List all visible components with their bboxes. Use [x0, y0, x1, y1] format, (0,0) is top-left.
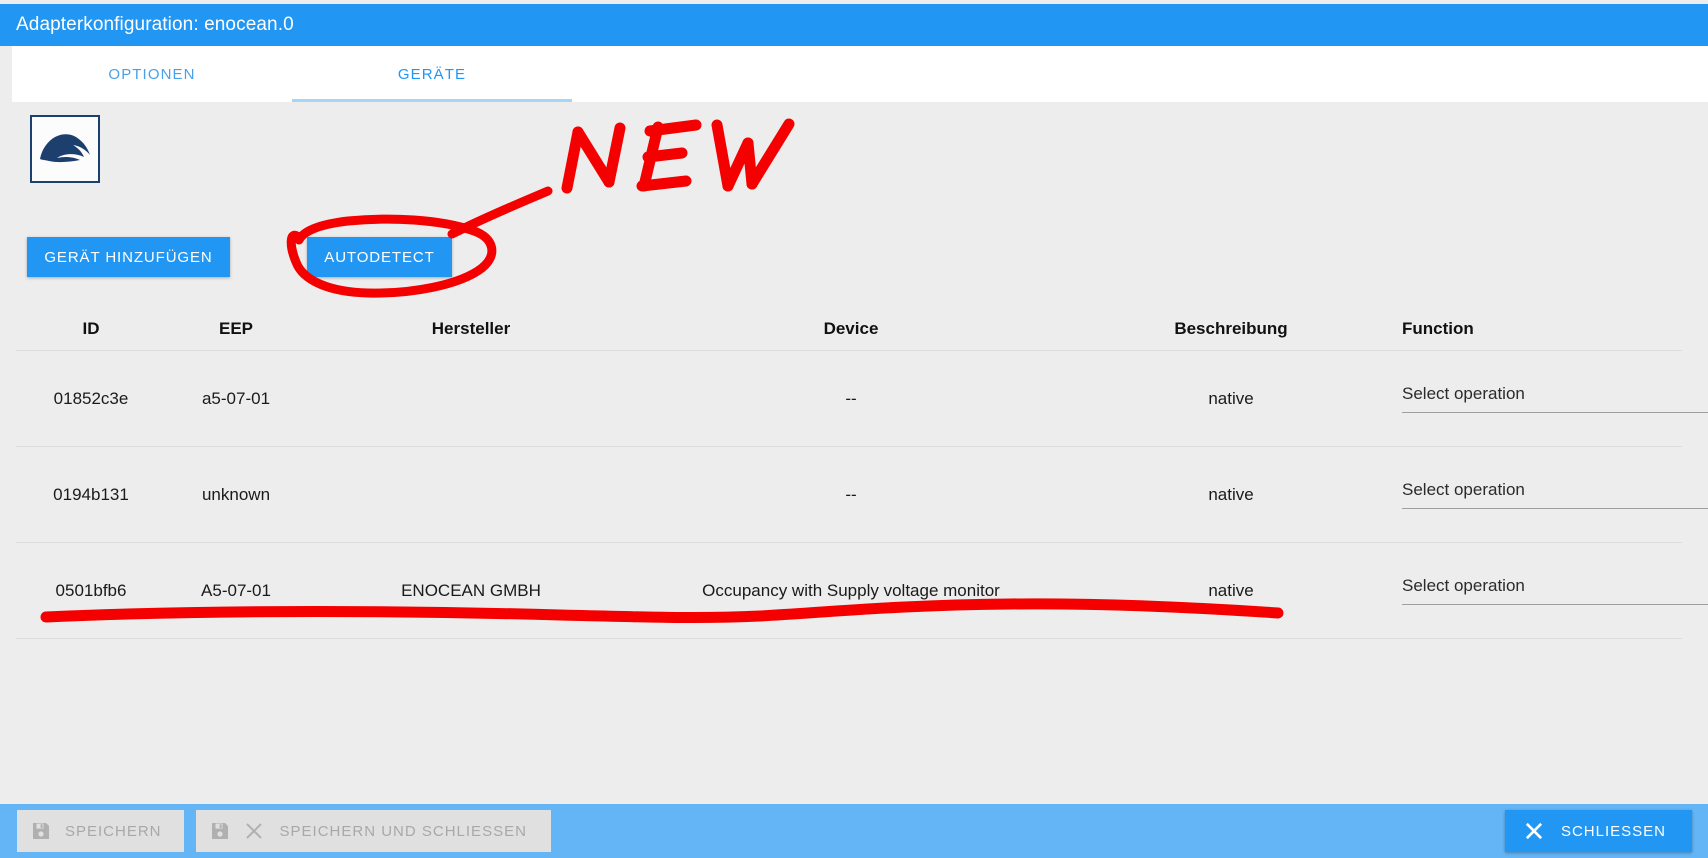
- operation-select-value: Select operation: [1402, 480, 1525, 499]
- tabbar-left-gutter: [0, 46, 12, 102]
- tab-geraete-label: GERÄTE: [397, 65, 467, 83]
- table-row: 0194b131 unknown -- native Select operat…: [16, 447, 1708, 543]
- column-header-function: Function: [1402, 318, 1474, 338]
- operation-select[interactable]: Select operation: [1402, 384, 1708, 413]
- add-device-button[interactable]: GERÄT HINZUFÜGEN: [27, 237, 230, 277]
- save-button-label: SPEICHERN: [65, 822, 162, 840]
- window-titlebar: Adapterkonfiguration: enocean.0: [0, 4, 1708, 46]
- close-button[interactable]: SCHLIESSEN: [1504, 810, 1692, 852]
- operation-select-value: Select operation: [1402, 384, 1525, 403]
- cell-beschreibung: native: [1208, 484, 1254, 504]
- main-content: GERÄT HINZUFÜGEN AUTODETECT ID EEP Herst…: [0, 102, 1708, 804]
- cell-device: Occupancy with Supply voltage monitor: [702, 580, 1000, 600]
- cell-device: --: [845, 484, 857, 504]
- column-header-beschreibung: Beschreibung: [1174, 318, 1288, 338]
- cell-function: Select operation: [1396, 576, 1708, 605]
- cell-eep: a5-07-01: [201, 388, 271, 408]
- tab-geraete[interactable]: GERÄTE: [292, 46, 572, 102]
- dolphin-logo: [30, 115, 100, 183]
- column-header-hersteller: Hersteller: [431, 318, 511, 338]
- footer-bar: SPEICHERN SPEICHERN UND SCHLIESSEN SCHLI…: [0, 804, 1708, 858]
- column-header-id: ID: [82, 318, 100, 338]
- tab-optionen-label: OPTIONEN: [108, 65, 196, 83]
- cell-beschreibung: native: [1208, 580, 1254, 600]
- table-header-row: ID EEP Hersteller Device Beschreibung Fu…: [16, 307, 1682, 351]
- table-row: 0501bfb6 A5-07-01 ENOCEAN GMBH Occupancy…: [16, 543, 1708, 639]
- window-title: Adapterkonfiguration: enocean.0: [16, 14, 294, 35]
- cell-eep: A5-07-01: [201, 580, 271, 600]
- save-and-close-button-label: SPEICHERN UND SCHLIESSEN: [279, 822, 527, 840]
- tab-bar: OPTIONEN GERÄTE: [12, 46, 1708, 102]
- operation-select-value: Select operation: [1402, 576, 1525, 595]
- cell-hersteller: ENOCEAN GMBH: [401, 580, 541, 600]
- save-icon: [31, 821, 51, 841]
- devices-table: ID EEP Hersteller Device Beschreibung Fu…: [16, 307, 1708, 639]
- operation-select[interactable]: Select operation: [1402, 480, 1708, 509]
- cell-function: Select operation: [1396, 480, 1708, 509]
- close-icon: [1523, 820, 1545, 842]
- save-and-close-button[interactable]: SPEICHERN UND SCHLIESSEN: [195, 810, 551, 852]
- operation-select[interactable]: Select operation: [1402, 576, 1708, 605]
- adapter-config-window: Adapterkonfiguration: enocean.0 OPTIONEN…: [0, 0, 1708, 858]
- cell-function: Select operation: [1396, 384, 1708, 413]
- tab-optionen[interactable]: OPTIONEN: [12, 46, 292, 102]
- cell-id: 01852c3e: [53, 388, 129, 408]
- close-button-label: SCHLIESSEN: [1560, 822, 1666, 840]
- cell-device: --: [845, 388, 857, 408]
- save-icon: [210, 821, 230, 841]
- table-row: 01852c3e a5-07-01 -- native Select opera…: [16, 351, 1708, 447]
- cell-id: 0194b131: [53, 484, 129, 504]
- cell-beschreibung: native: [1208, 388, 1254, 408]
- cell-eep: unknown: [201, 484, 271, 504]
- column-header-device: Device: [823, 318, 879, 338]
- cell-id: 0501bfb6: [55, 580, 127, 600]
- column-header-eep: EEP: [218, 318, 254, 338]
- close-icon: [244, 821, 264, 841]
- action-button-row: GERÄT HINZUFÜGEN AUTODETECT: [0, 237, 1708, 279]
- autodetect-button[interactable]: AUTODETECT: [307, 237, 452, 277]
- save-button[interactable]: SPEICHERN: [17, 810, 184, 852]
